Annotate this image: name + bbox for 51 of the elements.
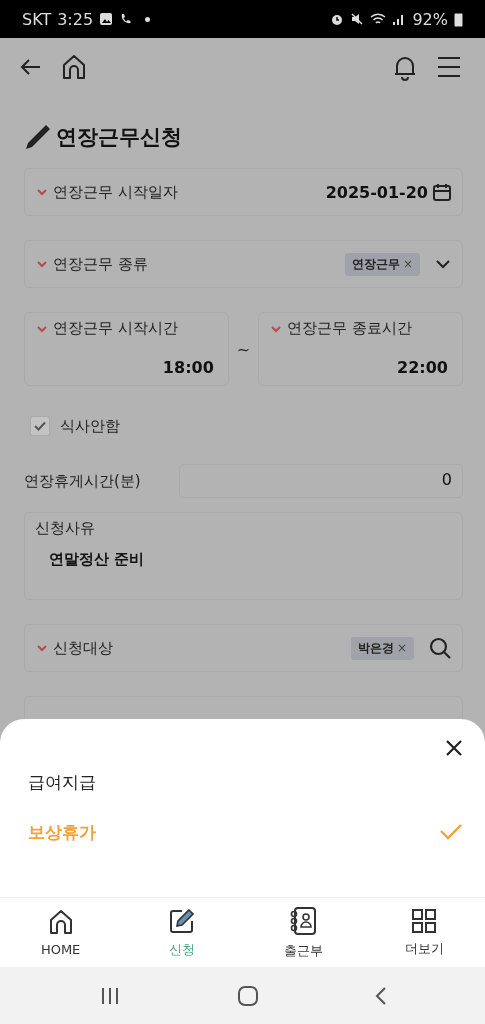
nav-tab[interactable]: 더보기 (363, 898, 485, 967)
reason-text: 연말정산 준비 (49, 550, 146, 569)
edit-icon (167, 906, 196, 935)
phone-icon (119, 12, 134, 26)
range-separator: ~ (236, 339, 251, 359)
pen-icon (24, 123, 52, 151)
checkmark-icon (33, 419, 47, 433)
mute-icon (350, 12, 365, 26)
applicant-field[interactable]: 신청대상 박은경 × (24, 624, 463, 672)
work-type-select[interactable]: 연장근무 종류 연장근무 × (24, 240, 463, 288)
close-icon[interactable] (445, 739, 463, 757)
time-value: 18:00 (162, 358, 214, 377)
field-label: 연장근무 시작일자 (53, 182, 178, 202)
back-icon[interactable] (373, 985, 388, 1006)
calendar-icon[interactable] (432, 182, 452, 202)
date-value: 2025-01-20 (325, 182, 428, 202)
reason-field[interactable]: 신청사유 연말정산 준비 (24, 512, 463, 600)
tag-text: 박은경 (357, 639, 394, 657)
clock-text: 3:25 (57, 9, 94, 29)
grid-icon (411, 907, 438, 934)
checkbox-label: 식사안함 (60, 416, 120, 436)
alarm-icon (330, 12, 345, 26)
field-label: 연장근무 시작시간 (53, 319, 178, 338)
option-item[interactable]: 급여지급 (28, 757, 463, 807)
home-icon[interactable] (60, 53, 88, 81)
time-value: 22:00 (397, 358, 448, 377)
notification-dot-icon (145, 16, 151, 22)
field-label: 신청대상 (53, 638, 113, 658)
field-label: 연장근무 종류 (53, 254, 148, 274)
field-label: 신청사유 (35, 519, 96, 538)
battery-text: 92% (412, 9, 448, 29)
check-icon (439, 823, 463, 841)
home-button-icon[interactable] (236, 984, 259, 1007)
address-book-icon (289, 905, 318, 936)
nav-tab[interactable]: 출근부 (242, 898, 364, 967)
date-field[interactable]: 연장근무 시작일자 2025-01-20 (24, 168, 463, 216)
page-title: 연장근무신청 (56, 124, 182, 151)
battery-icon (454, 11, 463, 27)
remove-tag-button[interactable]: × (396, 641, 407, 655)
time-field[interactable]: 연장근무 종료시간 22:00 (258, 312, 463, 386)
tag-text: 연장근무 (351, 255, 400, 273)
nav-tab[interactable]: HOME (0, 898, 122, 967)
wifi-icon (370, 12, 387, 26)
field-label: 연장근무 종료시간 (287, 319, 412, 338)
gallery-icon (99, 12, 114, 26)
time-field[interactable]: 연장근무 시작시간 18:00 (24, 312, 229, 386)
minutes-input[interactable]: 0 (179, 464, 463, 498)
field-label: 연장휴게시간(분) (24, 471, 141, 491)
remove-tag-button[interactable]: × (402, 257, 413, 271)
carrier-text: SKT (22, 9, 52, 29)
search-icon[interactable] (428, 636, 452, 660)
